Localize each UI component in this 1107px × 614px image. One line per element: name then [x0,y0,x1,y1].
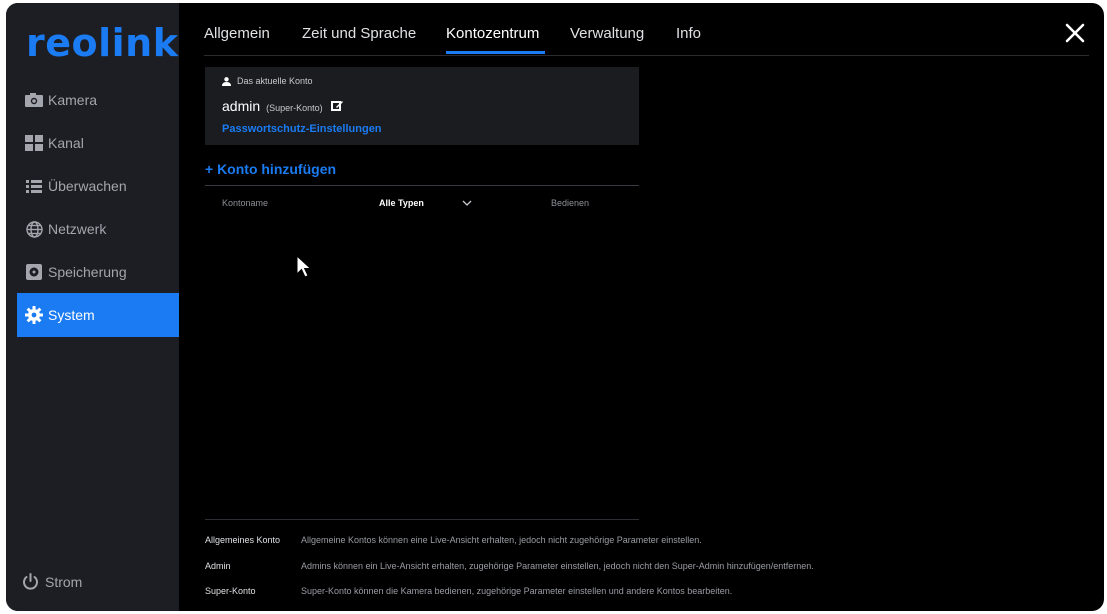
sidebar-item-label: System [48,307,95,323]
chevron-down-icon [462,200,472,206]
account-name: admin [222,98,261,114]
sidebar-item-ueberwachen[interactable]: Überwachen [17,164,179,208]
tab-info[interactable]: Info [676,25,701,42]
legend-description: Admins können ein Live-Ansicht erhalten,… [301,561,814,571]
divider [205,185,639,186]
add-account-button[interactable]: + Konto hinzufügen [205,161,336,177]
power-button[interactable]: Strom [22,573,82,590]
sidebar-item-kanal[interactable]: Kanal [17,121,179,165]
tab-zeit-und-sprache[interactable]: Zeit und Sprache [302,25,416,42]
sidebar-item-system[interactable]: System [17,293,179,337]
tab-verwaltung[interactable]: Verwaltung [570,25,644,42]
legend-description: Allgemeine Kontos können eine Live-Ansic… [301,535,702,545]
tab-kontozentrum[interactable]: Kontozentrum [446,25,539,42]
camera-icon [25,91,43,109]
sidebar-item-label: Kanal [48,135,84,151]
legend-description: Super-Konto können die Kamera bedienen, … [301,586,733,596]
current-account-card: Das aktuelle Konto admin (Super-Konto) P… [205,67,639,145]
list-icon [25,177,43,195]
close-button[interactable] [1065,23,1089,47]
active-tab-indicator [446,51,545,54]
app-window: reolink Kamera Kanal Überwachen Netzwerk [6,3,1104,611]
account-name-row: admin (Super-Konto) [222,98,343,114]
power-label: Strom [45,573,83,590]
legend-term: Super-Konto [205,586,256,596]
column-header-account-name: Kontoname [222,198,269,208]
legend-row: Allgemeines Konto Allgemeine Kontos könn… [205,535,702,545]
current-account-label: Das aktuelle Konto [237,76,313,86]
user-icon [222,76,231,86]
account-role: (Super-Konto) [266,103,323,113]
current-account-heading: Das aktuelle Konto [222,76,313,86]
mouse-cursor-icon [296,254,312,284]
account-type-filter-label: Alle Typen [379,198,424,208]
tab-bar: Allgemein Zeit und Sprache Kontozentrum … [204,3,1089,56]
divider [205,519,639,520]
sidebar: reolink Kamera Kanal Überwachen Netzwerk [6,3,179,611]
channel-grid-icon [25,134,43,152]
globe-icon [25,220,43,238]
column-header-operate: Bedienen [551,198,590,208]
password-protection-link[interactable]: Passwortschutz-Einstellungen [222,123,382,135]
sidebar-item-label: Speicherung [48,264,127,280]
sidebar-item-label: Kamera [48,92,98,108]
legend-row: Super-Konto Super-Konto können die Kamer… [205,586,732,596]
sidebar-item-label: Überwachen [48,178,127,194]
gear-icon [25,306,43,324]
sidebar-item-speicherung[interactable]: Speicherung [17,250,179,294]
sidebar-item-label: Netzwerk [48,221,107,237]
reolink-logo: reolink [26,21,179,65]
sidebar-item-netzwerk[interactable]: Netzwerk [17,207,179,251]
sidebar-item-kamera[interactable]: Kamera [17,78,179,122]
legend-term: Allgemeines Konto [205,535,281,545]
edit-icon[interactable] [330,99,343,111]
account-type-filter[interactable]: Alle Typen [379,198,472,208]
legend-term: Admin [205,561,231,571]
close-icon [1065,23,1085,43]
legend-row: Admin Admins können ein Live-Ansicht erh… [205,561,814,571]
tab-allgemein[interactable]: Allgemein [204,25,270,42]
power-icon [22,573,39,590]
storage-icon [25,263,43,281]
